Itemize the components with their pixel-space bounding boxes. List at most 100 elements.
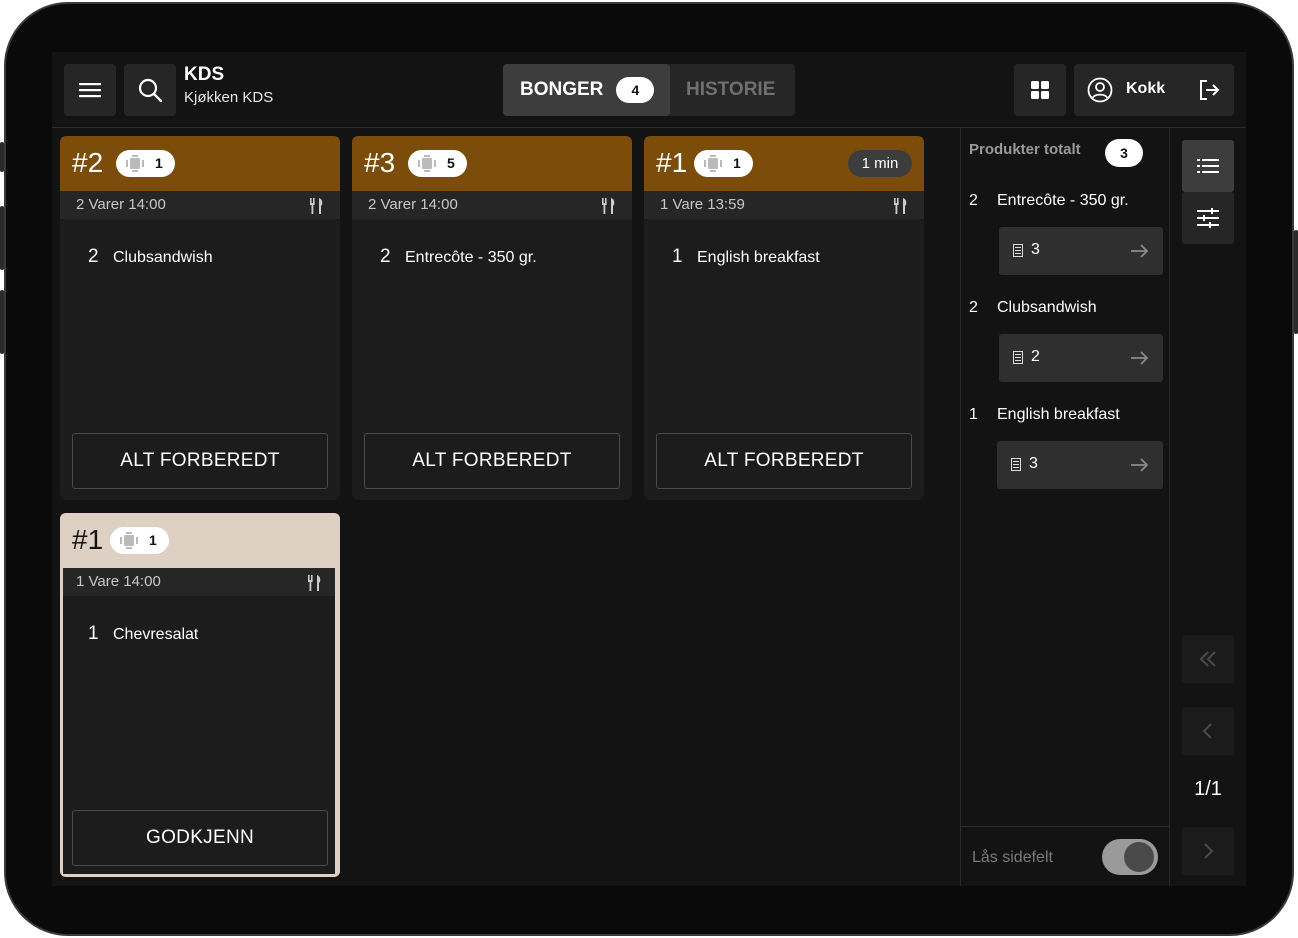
order-info-bar: 1 Vare 13:59 xyxy=(644,191,924,219)
next-page-button[interactable] xyxy=(1182,827,1234,875)
receipt-icon xyxy=(1011,458,1021,471)
item-name: Clubsandwish xyxy=(113,249,213,266)
elapsed-timer-badge: 1 min xyxy=(848,150,912,177)
order-info: 2 Varer 14:00 xyxy=(76,196,166,213)
side-button xyxy=(0,206,4,270)
products-panel-title: Produkter totalt xyxy=(969,141,1081,158)
lock-sidebar-label: Lås sidefelt xyxy=(972,849,1053,866)
order-info-bar: 1 Vare 14:00 xyxy=(63,568,335,596)
lock-sidebar-row: Lås sidefelt xyxy=(961,826,1169,886)
app-subtitle: Kjøkken KDS xyxy=(184,89,274,106)
cutlery-icon xyxy=(308,575,321,591)
order-header: #1 1 xyxy=(60,513,340,568)
approve-button[interactable]: GODKJENN xyxy=(72,810,328,866)
order-card: #3 5 2 Varer 14:00 2 Entrecôte - 350 gr.… xyxy=(352,136,632,500)
guest-count-badge: 1 xyxy=(110,527,169,554)
arrow-right-icon xyxy=(1131,458,1149,472)
item-quantity: 2 xyxy=(380,246,391,267)
guest-count-badge: 1 xyxy=(694,150,753,177)
list-view-button[interactable] xyxy=(1182,140,1234,192)
guest-count: 1 xyxy=(149,532,157,548)
kds-screen: KDS Kjøkken KDS BONGER 4 HISTORIE Kokk #… xyxy=(52,52,1246,886)
table-icon xyxy=(120,532,138,549)
receipt-icon xyxy=(1013,351,1023,364)
user-circle-icon xyxy=(1087,77,1113,103)
chevron-right-icon xyxy=(1204,843,1214,859)
logout-icon[interactable] xyxy=(1197,78,1221,102)
item-quantity: 2 xyxy=(88,246,99,267)
guest-count-badge: 1 xyxy=(116,150,175,177)
filter-settings-button[interactable] xyxy=(1182,192,1234,244)
view-switcher: BONGER 4 HISTORIE xyxy=(503,64,795,116)
item-quantity: 1 xyxy=(88,623,99,644)
product-order-count: 3 xyxy=(1031,241,1040,258)
grid-icon xyxy=(1031,81,1049,99)
product-orders-button[interactable]: 2 xyxy=(999,334,1163,382)
sliders-icon xyxy=(1197,208,1219,228)
first-page-button[interactable] xyxy=(1182,635,1234,683)
all-prepared-button[interactable]: ALT FORBEREDT xyxy=(364,433,620,489)
product-orders-button[interactable]: 3 xyxy=(997,441,1163,489)
previous-page-button[interactable] xyxy=(1182,707,1234,755)
product-order-count: 3 xyxy=(1029,455,1038,472)
guest-count: 1 xyxy=(155,155,163,171)
arrow-right-icon xyxy=(1131,351,1149,365)
order-number: #1 xyxy=(72,524,104,555)
product-row: 2 Clubsandwish xyxy=(969,299,1097,317)
guest-count: 5 xyxy=(447,155,455,171)
list-icon xyxy=(1197,159,1219,173)
app-title: KDS xyxy=(184,64,225,85)
menu-icon xyxy=(79,83,101,98)
product-name: Clubsandwish xyxy=(997,299,1097,316)
cutlery-icon xyxy=(310,198,323,214)
grid-view-button[interactable] xyxy=(1014,64,1066,116)
guest-count: 1 xyxy=(733,155,741,171)
product-row: 1 English breakfast xyxy=(969,406,1120,424)
tab-bonger-count: 4 xyxy=(616,77,655,103)
tab-historie[interactable]: HISTORIE xyxy=(686,79,775,101)
user-name: Kokk xyxy=(1126,80,1166,97)
product-name: Entrecôte - 350 gr. xyxy=(997,192,1129,209)
order-info: 2 Varer 14:00 xyxy=(368,196,458,213)
products-count-badge: 3 xyxy=(1105,139,1143,167)
guest-count-badge: 5 xyxy=(408,150,467,177)
order-item: 1 English breakfast xyxy=(672,246,820,268)
product-quantity: 2 xyxy=(969,299,978,316)
tab-bonger[interactable]: BONGER 4 xyxy=(503,64,670,116)
side-button xyxy=(0,142,4,172)
side-button xyxy=(1294,230,1298,334)
order-card: #1 1 1 min 1 Vare 13:59 1 English breakf… xyxy=(644,136,924,500)
lock-sidebar-toggle[interactable] xyxy=(1102,839,1158,875)
product-name: English breakfast xyxy=(997,406,1120,423)
item-name: English breakfast xyxy=(697,249,820,266)
page-indicator: 1/1 xyxy=(1194,778,1222,800)
product-row: 2 Entrecôte - 350 gr. xyxy=(969,192,1129,210)
order-info: 1 Vare 13:59 xyxy=(660,196,745,213)
product-quantity: 2 xyxy=(969,192,978,209)
product-orders-button[interactable]: 3 xyxy=(999,227,1163,275)
order-number: #2 xyxy=(72,147,104,178)
search-icon xyxy=(138,78,163,103)
item-name: Chevresalat xyxy=(113,626,199,643)
order-header: #1 1 1 min xyxy=(644,136,924,191)
all-prepared-button[interactable]: ALT FORBEREDT xyxy=(656,433,912,489)
menu-button[interactable] xyxy=(64,64,116,116)
table-icon xyxy=(418,155,436,172)
tab-bonger-label: BONGER xyxy=(520,79,604,100)
table-icon xyxy=(126,155,144,172)
order-header: #2 1 xyxy=(60,136,340,191)
all-prepared-button[interactable]: ALT FORBEREDT xyxy=(72,433,328,489)
order-card-pending: #1 1 1 Vare 14:00 1 Chevresalat GODKJENN xyxy=(60,513,340,877)
app-brand: KDS Kjøkken KDS xyxy=(184,64,273,106)
toggle-knob xyxy=(1124,842,1154,872)
user-menu[interactable]: Kokk xyxy=(1074,64,1234,116)
search-button[interactable] xyxy=(124,64,176,116)
arrow-right-icon xyxy=(1131,244,1149,258)
side-button xyxy=(0,290,4,354)
item-quantity: 1 xyxy=(672,246,683,267)
chevron-left-icon xyxy=(1202,723,1212,739)
order-info-bar: 2 Varer 14:00 xyxy=(60,191,340,219)
order-info: 1 Vare 14:00 xyxy=(76,573,161,590)
order-number: #3 xyxy=(364,147,396,178)
order-info-bar: 2 Varer 14:00 xyxy=(352,191,632,219)
